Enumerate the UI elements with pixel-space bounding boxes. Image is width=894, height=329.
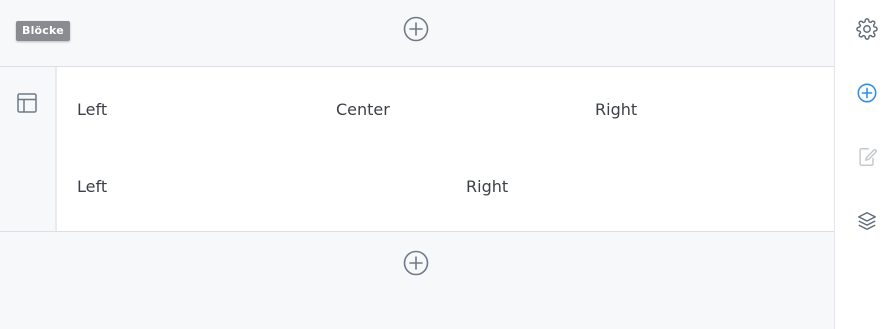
add-block-bottom-button[interactable] [403, 250, 429, 276]
plus-circle-icon [857, 83, 877, 103]
layers-button[interactable] [856, 210, 878, 232]
plus-circle-icon [403, 250, 429, 276]
page-editor: Blöcke Left Center Right Left Right [0, 0, 894, 329]
row2-right-cell[interactable]: Right [466, 177, 508, 197]
settings-button[interactable] [856, 18, 878, 40]
row1-left-cell[interactable]: Left [77, 100, 107, 120]
gear-icon [856, 18, 878, 40]
add-block-top-button[interactable] [403, 16, 429, 42]
layout-block[interactable]: Left Center Right Left Right [0, 66, 834, 232]
block-content[interactable]: Left Center Right Left Right [57, 67, 834, 231]
edit-icon [859, 148, 878, 166]
editor-canvas: Blöcke Left Center Right Left Right [0, 0, 834, 329]
row1-right-cell[interactable]: Right [595, 100, 637, 120]
edit-button[interactable] [856, 146, 878, 168]
block-gutter [0, 67, 57, 231]
row1-center-cell[interactable]: Center [336, 100, 390, 120]
plus-circle-icon [403, 16, 429, 42]
row2-left-cell[interactable]: Left [77, 177, 107, 197]
add-panel-button[interactable] [856, 82, 878, 104]
blocks-tag[interactable]: Blöcke [16, 21, 70, 41]
right-sidebar [834, 0, 894, 329]
layout-icon[interactable] [16, 92, 38, 114]
layers-icon [858, 212, 876, 230]
